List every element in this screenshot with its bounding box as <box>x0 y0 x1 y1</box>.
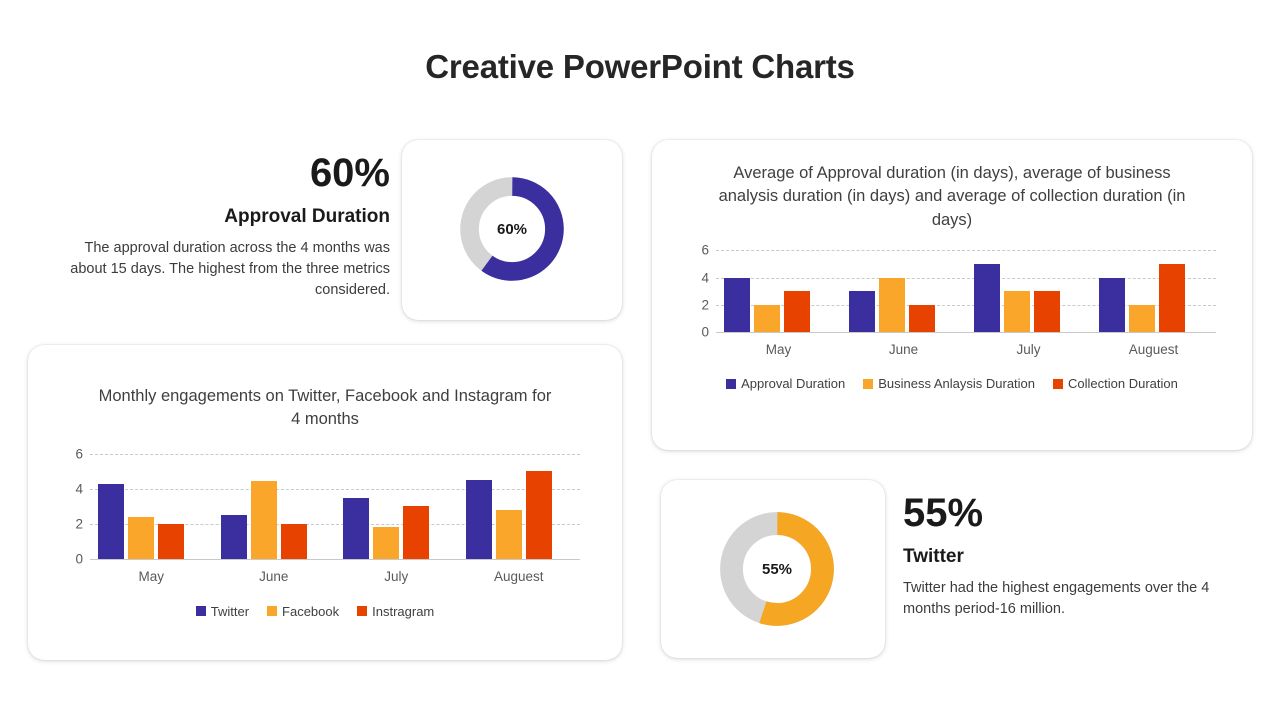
bar-instragram-july[interactable] <box>403 506 429 559</box>
y-axis-label-6: 6 <box>701 242 709 258</box>
page-title: Creative PowerPoint Charts <box>425 48 855 85</box>
x-label-may: May <box>765 342 792 358</box>
engagement-chart-card: Monthly engagements on Twitter, Facebook… <box>28 345 622 660</box>
y-axis-label-0: 0 <box>701 324 709 340</box>
bar-collection-july[interactable] <box>1034 291 1060 333</box>
bar-group-may <box>716 250 841 333</box>
y-axis-label-2: 2 <box>75 516 83 532</box>
bar-approval-june[interactable] <box>849 291 875 333</box>
bar-twitter-may[interactable] <box>98 483 124 559</box>
approval-donut: 60% <box>456 173 568 285</box>
bar-twitter-july[interactable] <box>343 497 369 559</box>
duration-chart-bars <box>716 250 1216 333</box>
bar-group-july <box>966 250 1091 333</box>
bar-group-auguest <box>1091 250 1216 333</box>
gridline-0 <box>716 332 1216 334</box>
legend-label-approval-duration: Approval Duration <box>741 376 846 392</box>
gridline-0 <box>90 558 580 560</box>
x-label-july: July <box>1016 342 1041 358</box>
legend-label-twitter: Twitter <box>210 603 250 619</box>
twitter-donut-card: 55% <box>661 480 885 658</box>
x-label-june: June <box>888 342 919 358</box>
bar-twitter-auguest[interactable] <box>465 480 492 559</box>
bar-instragram-auguest[interactable] <box>525 471 552 559</box>
legend-label-business-duration: Business Anlaysis Duration <box>878 376 1036 392</box>
twitter-donut-svg <box>720 512 834 626</box>
engagement-chart-plot: 6 4 2 0 May June July Auguest Twitter Fa… <box>75 446 580 619</box>
y-axis-label-2: 2 <box>701 297 709 313</box>
approval-kpi-block: 60% Approval Duration The approval durat… <box>50 152 390 301</box>
bar-business-july[interactable] <box>1004 291 1030 333</box>
bar-group-auguest <box>458 454 581 559</box>
duration-chart-title: Average of Approval duration (in days), … <box>718 164 1186 229</box>
bar-group-july <box>335 454 458 559</box>
bar-business-auguest[interactable] <box>1129 304 1155 333</box>
engagement-chart-x-labels: May June July Auguest <box>90 569 580 584</box>
legend-item-collection-duration[interactable]: Collection Duration <box>1053 376 1178 391</box>
bar-facebook-july[interactable] <box>373 527 399 559</box>
y-axis-label-6: 6 <box>75 446 83 462</box>
bar-collection-june[interactable] <box>909 304 935 333</box>
x-label-may: May <box>138 568 164 584</box>
twitter-kpi-block: 55% Twitter Twitter had the highest enga… <box>903 492 1233 620</box>
legend-swatch-approval-duration <box>726 378 737 389</box>
x-label-june: June <box>259 568 289 584</box>
duration-chart-legend: Approval Duration Business Anlaysis Dura… <box>676 376 1228 391</box>
legend-swatch-instragram <box>357 606 368 617</box>
duration-chart-card: Average of Approval duration (in days), … <box>652 140 1252 450</box>
twitter-kpi-value: 55% <box>903 491 984 535</box>
bar-facebook-june[interactable] <box>250 480 277 559</box>
legend-label-collection-duration: Collection Duration <box>1068 376 1178 392</box>
legend-swatch-facebook <box>267 606 278 617</box>
engagement-chart-title: Monthly engagements on Twitter, Facebook… <box>98 387 552 429</box>
approval-kpi-label: Approval Duration <box>224 206 390 227</box>
approval-kpi-value: 60% <box>309 151 390 195</box>
bar-approval-may[interactable] <box>724 277 750 333</box>
legend-item-instragram[interactable]: Instragram <box>357 604 434 619</box>
bar-business-june[interactable] <box>879 277 905 333</box>
bar-approval-july[interactable] <box>974 263 1000 333</box>
bar-facebook-auguest[interactable] <box>495 509 522 559</box>
legend-item-business-duration[interactable]: Business Anlaysis Duration <box>863 376 1035 391</box>
bar-approval-auguest[interactable] <box>1099 277 1125 333</box>
bar-instragram-may[interactable] <box>158 523 184 559</box>
bar-group-june <box>213 454 336 559</box>
bar-twitter-june[interactable] <box>220 515 247 559</box>
bar-group-may <box>90 454 213 559</box>
bar-collection-auguest[interactable] <box>1159 263 1185 333</box>
twitter-kpi-label: Twitter <box>903 546 964 567</box>
legend-swatch-collection-duration <box>1053 378 1064 389</box>
engagement-chart-bars <box>90 454 580 559</box>
approval-donut-svg <box>460 177 564 281</box>
duration-chart-x-labels: May June July Auguest <box>716 342 1216 357</box>
bar-business-may[interactable] <box>754 304 780 333</box>
approval-kpi-description: The approval duration across the 4 month… <box>70 240 390 299</box>
y-axis-label-4: 4 <box>701 270 709 286</box>
duration-chart: Average of Approval duration (in days), … <box>676 162 1228 391</box>
duration-chart-plot: 6 4 2 0 May June July Auguest Approval D… <box>701 243 1216 391</box>
legend-swatch-business-duration <box>863 378 874 389</box>
approval-donut-card: 60% <box>402 140 622 320</box>
legend-item-approval-duration[interactable]: Approval Duration <box>726 376 845 391</box>
bar-group-june <box>841 250 966 333</box>
x-label-auguest: Auguest <box>1128 342 1179 358</box>
engagement-chart-legend: Twitter Facebook Instragram <box>50 604 580 619</box>
bar-instragram-june[interactable] <box>280 523 307 559</box>
twitter-donut: 55% <box>717 509 837 629</box>
bar-facebook-may[interactable] <box>128 516 154 559</box>
y-axis-label-4: 4 <box>75 481 83 497</box>
legend-label-instragram: Instragram <box>372 603 435 619</box>
twitter-kpi-description: Twitter had the highest engagements over… <box>903 580 1210 618</box>
engagement-chart: Monthly engagements on Twitter, Facebook… <box>50 385 600 619</box>
bar-collection-may[interactable] <box>784 291 810 333</box>
x-label-july: July <box>384 568 409 584</box>
legend-label-facebook: Facebook <box>282 603 340 619</box>
legend-item-facebook[interactable]: Facebook <box>267 604 339 619</box>
legend-item-twitter[interactable]: Twitter <box>195 603 250 619</box>
y-axis-label-0: 0 <box>75 551 83 567</box>
x-label-auguest: Auguest <box>493 568 544 584</box>
legend-swatch-twitter <box>195 606 206 617</box>
